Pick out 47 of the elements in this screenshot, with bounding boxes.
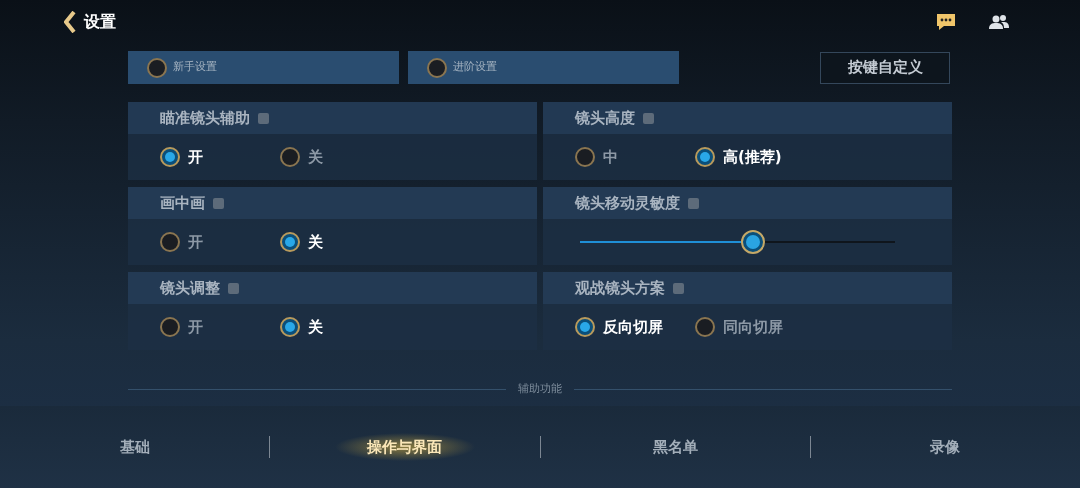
option-label: 高(推荐) xyxy=(723,146,782,168)
friends-icon[interactable] xyxy=(989,14,1009,30)
radio-button[interactable] xyxy=(575,147,595,167)
option-label: 中 xyxy=(603,146,618,168)
help-icon[interactable] xyxy=(228,282,239,294)
help-icon[interactable] xyxy=(213,197,224,209)
option-label: 开 xyxy=(188,231,203,253)
setting-title: 瞄准镜头辅助 xyxy=(160,107,250,129)
option-label: 关 xyxy=(308,316,323,338)
option-label: 同向切屏 xyxy=(723,316,783,338)
custom-keys-button[interactable]: 按键自定义 xyxy=(820,51,950,84)
radio-button[interactable] xyxy=(280,317,300,337)
slider-track[interactable] xyxy=(580,230,895,254)
page-title: 设置 xyxy=(84,11,116,33)
radio-button[interactable] xyxy=(280,147,300,167)
setting-title: 观战镜头方案 xyxy=(575,277,665,299)
radio-button[interactable] xyxy=(695,147,715,167)
option-label: 开 xyxy=(188,316,203,338)
help-icon[interactable] xyxy=(643,112,654,124)
option-label: 开 xyxy=(188,146,203,168)
radio-button[interactable] xyxy=(575,317,595,337)
setting-title: 镜头移动灵敏度 xyxy=(575,192,680,214)
radio-button[interactable] xyxy=(280,232,300,252)
setting-title: 镜头调整 xyxy=(160,277,220,299)
radio-button[interactable] xyxy=(160,317,180,337)
help-icon[interactable] xyxy=(673,282,684,294)
radio-button[interactable] xyxy=(427,57,447,78)
setting-title: 画中画 xyxy=(160,192,205,214)
help-icon[interactable] xyxy=(258,112,269,124)
option-label: 关 xyxy=(308,146,323,168)
bottom-tab[interactable]: 基础 xyxy=(0,426,270,467)
preset-button[interactable]: 进阶设置 xyxy=(408,51,679,84)
setting-title: 镜头高度 xyxy=(575,107,635,129)
bottom-tab[interactable]: 录像 xyxy=(810,426,1080,467)
radio-button[interactable] xyxy=(160,232,180,252)
option-label: 反向切屏 xyxy=(603,316,663,338)
slider-thumb[interactable] xyxy=(741,230,766,254)
preset-button[interactable]: 新手设置 xyxy=(128,51,399,84)
radio-button[interactable] xyxy=(695,317,715,337)
back-icon[interactable] xyxy=(64,11,76,33)
radio-button[interactable] xyxy=(147,57,167,78)
chat-icon[interactable] xyxy=(936,13,956,31)
option-label: 关 xyxy=(308,231,323,253)
radio-button[interactable] xyxy=(160,147,180,167)
section-label: 辅助功能 xyxy=(518,381,562,397)
bottom-tab[interactable]: 黑名单 xyxy=(540,426,810,467)
help-icon[interactable] xyxy=(688,197,699,209)
